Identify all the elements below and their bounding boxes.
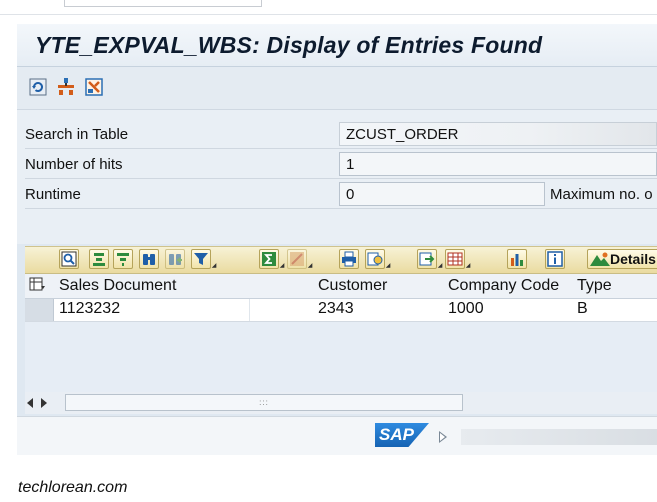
search-table-field[interactable]: ZCUST_ORDER [339, 122, 657, 146]
layout-icon [447, 252, 463, 266]
views-button[interactable]: ◢ [365, 249, 391, 269]
graphic-button[interactable] [507, 249, 527, 269]
watermark: techlorean.com [18, 479, 128, 496]
scroll-right-icon[interactable] [41, 398, 47, 408]
status-bar: SAP [17, 416, 657, 455]
find-button[interactable] [139, 249, 159, 269]
refresh-icon [29, 78, 47, 96]
export-button[interactable]: ◢ [417, 249, 443, 269]
filter-button[interactable]: ◢ [191, 249, 217, 269]
scrollbar-thumb[interactable]: ::: [65, 394, 463, 411]
where-used-icon [58, 78, 74, 95]
cell-company-code[interactable]: 1000 [448, 300, 484, 318]
grid-layout-icon [29, 277, 45, 291]
sort-descending-button[interactable] [113, 249, 133, 269]
subtotal-button[interactable]: ◢ [287, 249, 313, 269]
layout-dropdown-icon[interactable]: ◢ [465, 249, 471, 269]
cell-type[interactable]: B [577, 300, 588, 318]
find-next-icon [169, 254, 182, 265]
cell-sales-document[interactable]: 1123232 [59, 300, 120, 318]
horizontal-scrollbar[interactable]: ::: [25, 392, 657, 414]
application-toolbar [17, 67, 657, 110]
selection-form: Search in Table ZCUST_ORDER Number of hi… [17, 110, 657, 244]
layout-button[interactable]: ◢ [445, 249, 471, 269]
runtime-field[interactable]: 0 [339, 182, 545, 206]
top-command-strip [0, 0, 657, 24]
status-expand-icon[interactable] [439, 431, 447, 443]
row-selector[interactable] [25, 299, 54, 321]
details-label: Details [610, 251, 656, 267]
select-all-button[interactable] [29, 276, 45, 297]
details-view-button[interactable] [59, 249, 79, 269]
print-button[interactable] [339, 249, 359, 269]
sort-ascending-icon [93, 253, 105, 266]
sort-ascending-button[interactable] [89, 249, 109, 269]
views-dropdown-icon[interactable]: ◢ [385, 249, 391, 269]
column-header-type[interactable]: Type [577, 277, 612, 295]
form-row-hits: Number of hits 1 [25, 150, 657, 179]
title-bar: YTE_EXPVAL_WBS: Display of Entries Found [17, 24, 657, 67]
column-divider [249, 299, 250, 321]
mountain-icon [590, 252, 610, 266]
number-of-hits-label: Number of hits [25, 156, 123, 173]
column-header-company-code[interactable]: Company Code [448, 277, 559, 295]
page-title: YTE_EXPVAL_WBS: Display of Entries Found [35, 32, 543, 58]
sap-window: YTE_EXPVAL_WBS: Display of Entries Found [17, 24, 657, 455]
info-icon [547, 251, 563, 267]
results-grid: Sales Document Customer Company Code Typ… [25, 274, 657, 392]
form-row-table: Search in Table ZCUST_ORDER [25, 120, 657, 149]
subtotal-dropdown-icon[interactable]: ◢ [307, 249, 313, 269]
print-icon [342, 251, 356, 267]
details-button[interactable]: Details [587, 249, 657, 269]
column-header-customer[interactable]: Customer [318, 277, 387, 295]
command-field[interactable] [64, 0, 262, 7]
grid-header: Sales Document Customer Company Code Typ… [25, 274, 657, 299]
alv-toolbar: ◢ ◢ ◢ ◢ ◢ ◢ Details [25, 246, 657, 274]
where-used-button[interactable] [55, 76, 77, 98]
export-icon [419, 252, 435, 266]
settings-icon [85, 78, 103, 96]
sum-button[interactable]: ◢ [259, 249, 285, 269]
find-icon [143, 254, 155, 265]
views-icon [367, 252, 383, 266]
cell-customer[interactable]: 2343 [318, 300, 354, 318]
sort-descending-icon [117, 253, 129, 266]
form-row-runtime: Runtime 0 Maximum no. o [25, 180, 657, 209]
top-divider [0, 14, 657, 15]
sum-icon [262, 252, 276, 266]
filter-icon [194, 253, 208, 265]
system-info-field [461, 429, 657, 445]
details-icon [61, 251, 77, 267]
settings-button[interactable] [83, 76, 105, 98]
find-next-button[interactable] [165, 249, 185, 269]
refresh-button[interactable] [27, 76, 49, 98]
graphic-icon [511, 254, 523, 266]
sum-dropdown-icon[interactable]: ◢ [279, 249, 285, 269]
table-row[interactable]: 1123232 2343 1000 B [25, 299, 657, 322]
info-button[interactable] [545, 249, 565, 269]
subtotal-icon [290, 252, 304, 266]
filter-dropdown-icon[interactable]: ◢ [211, 249, 217, 269]
export-dropdown-icon[interactable]: ◢ [437, 249, 443, 269]
column-header-sales-document[interactable]: Sales Document [59, 277, 176, 295]
scroll-left-icon[interactable] [27, 398, 33, 408]
number-of-hits-field[interactable]: 1 [339, 152, 657, 176]
runtime-label: Runtime [25, 186, 81, 203]
maximum-hits-label: Maximum no. o [550, 186, 653, 203]
search-table-label: Search in Table [25, 126, 129, 143]
sap-logo: SAP [375, 423, 429, 447]
